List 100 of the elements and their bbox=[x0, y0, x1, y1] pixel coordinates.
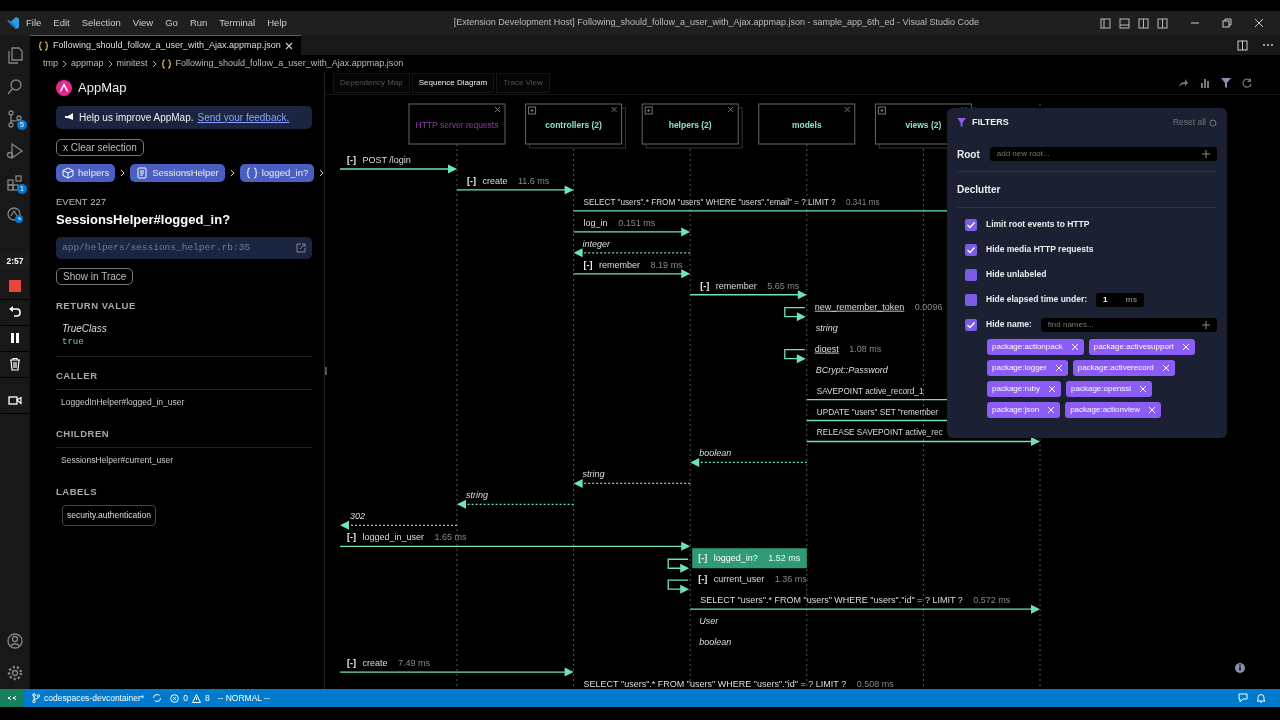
lane-header[interactable] bbox=[641, 103, 743, 149]
message-label[interactable]: [-] current_user 1.36 ms bbox=[698, 574, 807, 585]
feedback-icon[interactable] bbox=[1238, 693, 1248, 703]
problems-item[interactable]: 0 8 bbox=[170, 691, 210, 705]
expand-icon[interactable] bbox=[528, 106, 537, 115]
message-label[interactable]: [-] POST /login bbox=[347, 155, 411, 165]
root-input-bar[interactable]: add new root... bbox=[989, 147, 1217, 161]
add-icon[interactable] bbox=[1202, 320, 1210, 329]
breadcrumb-item[interactable]: tmp bbox=[43, 56, 58, 71]
message-label[interactable]: [-] logged_in? 1.52 ms bbox=[698, 553, 801, 564]
source-location-field[interactable]: app/helpers/sessions_helper.rb:35 bbox=[56, 236, 312, 259]
names-input-field[interactable]: find names... bbox=[1047, 318, 1202, 331]
remove-icon[interactable] bbox=[1139, 384, 1148, 393]
expand-icon[interactable] bbox=[644, 106, 653, 115]
share-icon[interactable] bbox=[1178, 78, 1189, 88]
remove-icon[interactable] bbox=[1181, 342, 1190, 351]
extensions-icon[interactable] bbox=[6, 174, 24, 192]
camera-icon[interactable] bbox=[8, 393, 22, 408]
sidebar-layout-icon[interactable] bbox=[1100, 17, 1111, 29]
layout-grid-icon[interactable] bbox=[1157, 17, 1168, 29]
breadcrumb-chip[interactable]: SessionsHelper bbox=[130, 163, 225, 182]
source-control-icon[interactable] bbox=[6, 110, 24, 128]
lane-header[interactable] bbox=[525, 103, 627, 149]
checkbox[interactable] bbox=[965, 293, 977, 306]
breadcrumb-item[interactable]: Following_should_follow_a_user_with_Ajax.appmap.json bbox=[175, 56, 404, 71]
checkbox[interactable] bbox=[965, 268, 977, 281]
reset-all-button[interactable]: Reset all bbox=[1172, 116, 1217, 130]
split-editor-icon[interactable] bbox=[1237, 39, 1248, 51]
clock-badge-icon[interactable] bbox=[6, 206, 24, 224]
clear-selection-button[interactable]: x Clear selection bbox=[56, 138, 144, 156]
sync-icon[interactable] bbox=[152, 693, 163, 703]
menu-item[interactable]: Run bbox=[183, 15, 214, 31]
account-icon[interactable] bbox=[6, 632, 24, 650]
close-icon[interactable] bbox=[1254, 18, 1264, 28]
show-in-trace-button[interactable]: Show in Trace bbox=[56, 267, 134, 285]
split-layout-icon[interactable] bbox=[1138, 17, 1149, 29]
settings-icon[interactable] bbox=[6, 664, 24, 682]
message-label[interactable]: [-] remember 5.65 ms bbox=[700, 280, 800, 291]
remote-button[interactable] bbox=[0, 689, 24, 707]
menu-item[interactable]: Edit bbox=[47, 15, 76, 31]
remove-icon[interactable] bbox=[1048, 384, 1057, 393]
return-label[interactable]: 302 bbox=[350, 511, 366, 522]
stop-icon[interactable] bbox=[8, 279, 22, 294]
names-input-bar[interactable]: find names... bbox=[1040, 317, 1217, 332]
external-link-icon[interactable] bbox=[296, 242, 306, 253]
breadcrumb-chip[interactable]: helpers bbox=[56, 163, 116, 182]
message-label[interactable]: [-] logged_in_user 1.65 ms bbox=[347, 532, 467, 543]
resize-handle-icon[interactable] bbox=[325, 367, 327, 375]
menu-item[interactable]: Go bbox=[159, 15, 184, 31]
bell-icon[interactable] bbox=[1256, 693, 1266, 703]
menu-item[interactable]: Selection bbox=[75, 15, 127, 31]
message-label[interactable]: SELECT "users".* FROM "users" WHERE "users"."id" = ? LIMIT ? 0.572 ms bbox=[700, 595, 1011, 606]
message-label[interactable]: SAVEPOINT active_record_1 bbox=[816, 386, 924, 396]
return-label[interactable]: string bbox=[815, 322, 838, 333]
remove-icon[interactable] bbox=[1070, 342, 1079, 351]
files-icon[interactable] bbox=[6, 46, 24, 64]
remove-icon[interactable] bbox=[1161, 363, 1170, 372]
restore-icon[interactable] bbox=[1222, 18, 1232, 28]
expand-icon[interactable] bbox=[877, 106, 886, 115]
bar-chart-icon[interactable] bbox=[1200, 78, 1210, 88]
message-label[interactable]: SELECT "users".* FROM "users" WHERE "users"."email" = ? LIMIT ? 0.341 ms bbox=[583, 197, 880, 207]
menu-item[interactable]: View bbox=[126, 15, 160, 31]
event-link[interactable]: LoggedInHelper#logged_in_user bbox=[56, 388, 312, 415]
message-label[interactable]: log_in 0.151 ms bbox=[583, 217, 656, 228]
return-label[interactable]: User bbox=[699, 616, 719, 627]
message-label[interactable]: [-] remember 8.19 ms bbox=[583, 259, 683, 270]
message-label[interactable]: digest 1.08 ms bbox=[814, 343, 882, 354]
label-tag[interactable]: security.authentication bbox=[62, 504, 156, 526]
root-input-field[interactable]: add new root... bbox=[996, 148, 1202, 160]
panel-layout-icon[interactable] bbox=[1119, 17, 1130, 29]
breadcrumb-item[interactable]: appmap bbox=[71, 56, 104, 71]
remove-icon[interactable] bbox=[1047, 405, 1056, 414]
trash-icon[interactable] bbox=[8, 357, 22, 372]
event-link[interactable]: SessionsHelper#current_user bbox=[56, 446, 312, 473]
message-label[interactable]: UPDATE "users" SET "remember bbox=[816, 407, 939, 417]
remove-icon[interactable] bbox=[1054, 363, 1063, 372]
editor-tab[interactable]: Following_should_follow_a_user_with_Ajax.appmap.json bbox=[30, 35, 301, 55]
checkbox[interactable] bbox=[965, 243, 977, 256]
filter-icon[interactable] bbox=[1221, 78, 1231, 88]
menu-item[interactable]: File bbox=[20, 15, 48, 31]
breadcrumb-item[interactable]: minitest bbox=[116, 56, 148, 71]
undo-icon[interactable] bbox=[8, 305, 22, 320]
message-label[interactable]: [-] create 7.49 ms bbox=[347, 658, 431, 669]
add-icon[interactable] bbox=[1202, 150, 1210, 158]
return-label[interactable]: string bbox=[582, 469, 605, 480]
number-field[interactable]: 1 ms bbox=[1096, 292, 1145, 307]
checkbox[interactable] bbox=[965, 218, 977, 231]
return-label[interactable]: integer bbox=[582, 238, 611, 249]
message-label[interactable]: new_remember_token 0.0096 bbox=[814, 301, 943, 312]
message-label[interactable]: [-] create 11.6 ms bbox=[467, 175, 550, 186]
refresh-icon[interactable] bbox=[1242, 78, 1252, 88]
menu-item[interactable]: Help bbox=[261, 15, 293, 31]
menu-item[interactable]: Terminal bbox=[213, 15, 262, 31]
return-label[interactable]: boolean bbox=[699, 448, 732, 459]
checkbox[interactable] bbox=[965, 318, 977, 331]
run-debug-icon[interactable] bbox=[6, 142, 24, 160]
return-label[interactable]: string bbox=[466, 490, 488, 501]
lane-header[interactable] bbox=[758, 103, 856, 145]
close-icon[interactable] bbox=[284, 41, 293, 50]
feedback-link[interactable]: Send your feedback. bbox=[197, 109, 290, 125]
